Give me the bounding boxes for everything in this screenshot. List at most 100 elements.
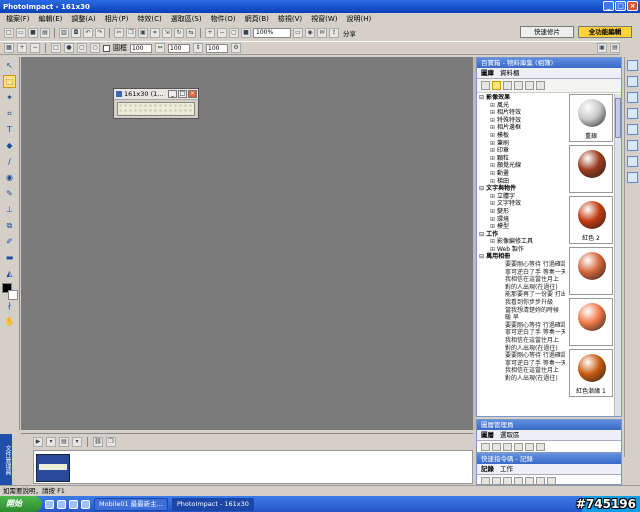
layer-new-icon[interactable] xyxy=(481,443,490,451)
quicklaunch-desktop-icon[interactable] xyxy=(45,499,54,509)
tree-text-row[interactable]: 要要剛心等待 行過確認 xyxy=(479,352,565,360)
tab-layers[interactable]: 圖層 xyxy=(481,430,494,440)
hand-tool-icon[interactable]: ✋ xyxy=(3,315,16,328)
eye-tool-icon[interactable]: ◉ xyxy=(3,171,16,184)
ellipse-shape-icon[interactable]: ● xyxy=(64,43,74,53)
tree-item[interactable]: 萬用相冊 xyxy=(479,253,565,261)
cut-icon[interactable]: ✂ xyxy=(114,27,124,38)
flip-icon[interactable]: ⇆ xyxy=(186,27,196,38)
tree-item[interactable]: 顏覺光線 xyxy=(479,162,565,170)
lock-ratio-icon[interactable]: ⇕ xyxy=(193,43,203,53)
properties-icon[interactable] xyxy=(536,81,545,90)
doc-close-button[interactable]: × xyxy=(188,90,197,98)
tree-text-row[interactable]: 能那要再了一份要 打出聲音 xyxy=(479,291,565,299)
folder-icon[interactable] xyxy=(503,81,512,90)
minimize-button[interactable]: _ xyxy=(603,1,614,11)
color-icon[interactable]: ■ xyxy=(241,27,251,38)
tree-item[interactable]: 文字與物件 xyxy=(479,185,565,193)
new-file-icon[interactable]: □ xyxy=(4,27,14,38)
quick-command-title[interactable]: 快速指令碼 - 記錄 xyxy=(477,454,621,464)
gallery-thumbnail[interactable] xyxy=(569,247,613,295)
select-mode-icon[interactable]: ▦ xyxy=(4,43,14,53)
tree-item[interactable]: 環境 xyxy=(479,216,565,224)
height-input[interactable]: 100 xyxy=(168,43,190,53)
zoom-in-icon[interactable]: + xyxy=(205,27,215,38)
menu-adjust[interactable]: 調整(A) xyxy=(71,14,95,24)
menu-effect[interactable]: 特效(C) xyxy=(137,14,161,24)
step-icon[interactable] xyxy=(514,477,523,485)
document-window[interactable]: 161x30 (1... _ □ × xyxy=(113,88,199,119)
clear-icon[interactable] xyxy=(525,477,534,485)
tab-gallery[interactable]: 圖庫 xyxy=(481,68,494,78)
brush-panel-icon[interactable] xyxy=(627,140,638,151)
gallery-thumbnail[interactable]: 紅色 2 xyxy=(569,196,613,244)
tab-record[interactable]: 記錄 xyxy=(481,464,494,474)
magic-wand-icon[interactable]: ✦ xyxy=(3,91,16,104)
menu-selection[interactable]: 選取區(S) xyxy=(171,14,202,24)
filmstrip-sort-icon[interactable]: ▾ xyxy=(72,437,82,447)
full-screen-icon[interactable]: ▭ xyxy=(293,27,303,38)
rotate-icon[interactable]: ↻ xyxy=(174,27,184,38)
eraser-tool-icon[interactable]: ▬ xyxy=(3,251,16,264)
menu-view[interactable]: 檢視(V) xyxy=(278,14,302,24)
layer-view-icon[interactable] xyxy=(536,443,545,451)
histogram-icon[interactable] xyxy=(627,124,638,135)
quicklaunch-media-icon[interactable] xyxy=(69,499,78,509)
gallery-thumbnail[interactable]: 重銀 xyxy=(569,94,613,142)
easypalette-icon[interactable] xyxy=(627,60,638,71)
fill-tool-icon[interactable]: ◭ xyxy=(3,267,16,280)
tree-text-row[interactable]: 暖 早 xyxy=(479,314,565,322)
stop-icon[interactable] xyxy=(503,477,512,485)
tab-selection[interactable]: 選取區 xyxy=(500,430,520,440)
undo-icon[interactable]: ↶ xyxy=(83,27,93,38)
tree-item[interactable]: 模板 xyxy=(479,132,565,140)
document-thumbnail-area[interactable] xyxy=(33,450,473,484)
add-mode-icon[interactable]: + xyxy=(17,43,27,53)
taskbar-item-browser[interactable]: Mobile01 最最新主... xyxy=(94,497,168,511)
tree-text-row[interactable]: 寧可逆白了手 等奏一天 xyxy=(479,329,565,337)
path-tool-icon[interactable]: ◆ xyxy=(3,139,16,152)
pick-tool-icon[interactable]: ↖ xyxy=(3,59,16,72)
panel-scrollbar[interactable] xyxy=(614,94,621,416)
tree-text-row[interactable]: 要要剛心等待 行過確認 xyxy=(479,261,565,269)
subtract-mode-icon[interactable]: − xyxy=(30,43,40,53)
layer-merge-icon[interactable] xyxy=(492,443,501,451)
play-icon[interactable] xyxy=(492,477,501,485)
doc-maximize-button[interactable]: □ xyxy=(178,90,187,98)
document-titlebar[interactable]: 161x30 (1... _ □ × xyxy=(114,89,198,100)
gallery-view-icon[interactable] xyxy=(492,81,501,90)
background-color[interactable] xyxy=(8,290,18,300)
rectangle-shape-icon[interactable]: □ xyxy=(51,43,61,53)
gallery-tree[interactable]: 影像效果風光相片特效特殊特效相片邊框模板筆刷印章顆粒顏覺光線動畫梯田文字與物件立… xyxy=(479,94,565,416)
search-icon[interactable] xyxy=(525,81,534,90)
scan-icon[interactable]: ▥ xyxy=(59,27,69,38)
tree-item[interactable]: 動畫 xyxy=(479,170,565,178)
zoom-out-icon[interactable]: − xyxy=(217,27,227,38)
tree-item[interactable]: 相片特效 xyxy=(479,109,565,117)
tree-text-row[interactable]: 我看到你步步升級 xyxy=(479,299,565,307)
play-triangle-icon[interactable]: ▶ xyxy=(33,437,43,447)
navigator-icon[interactable] xyxy=(627,108,638,119)
quick-command-icon[interactable] xyxy=(627,92,638,103)
menu-file[interactable]: 檔案(F) xyxy=(6,14,30,24)
square-shape-icon[interactable]: ▢ xyxy=(77,43,87,53)
menu-photo[interactable]: 相片(P) xyxy=(105,14,129,24)
color-panel-icon[interactable] xyxy=(627,156,638,167)
quick-fix-button[interactable]: 快速修片 xyxy=(520,26,574,38)
layer-duplicate-icon[interactable] xyxy=(503,443,512,451)
open-folder-icon[interactable]: ▭ xyxy=(16,27,26,38)
save-script-icon[interactable] xyxy=(536,477,545,485)
filmstrip-copy-icon[interactable]: ❐ xyxy=(106,437,116,447)
quicklaunch-mail-icon[interactable] xyxy=(81,499,90,509)
close-button[interactable]: × xyxy=(627,1,638,11)
layer-delete-icon[interactable] xyxy=(514,443,523,451)
gallery-thumbnail[interactable]: 紅色漸緣 1 xyxy=(569,349,613,397)
link-icon[interactable]: ⇔ xyxy=(155,43,165,53)
crop-icon[interactable]: ⌗ xyxy=(150,27,160,38)
dropdown-icon[interactable]: ▾ xyxy=(46,437,56,447)
tree-item[interactable]: 變形 xyxy=(479,208,565,216)
camera-icon[interactable]: ◘ xyxy=(71,27,81,38)
stamp-tool-icon[interactable]: ⊥ xyxy=(3,203,16,216)
clone-tool-icon[interactable]: ⧉ xyxy=(3,219,16,232)
gallery-thumbnails[interactable]: 重銀紅色 2 紅色漸緣 1 xyxy=(569,94,615,416)
